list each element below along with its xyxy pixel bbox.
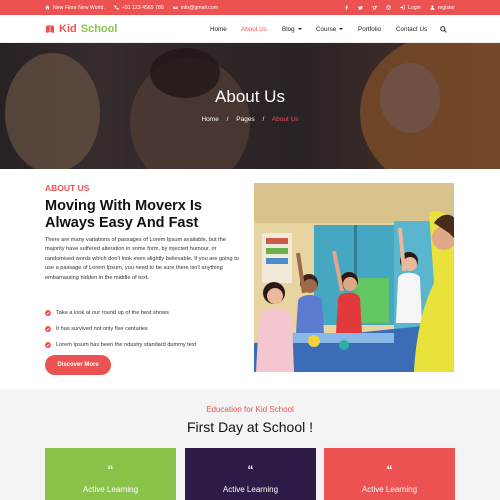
breadcrumb-current: About Us bbox=[271, 116, 299, 123]
feature-list: Take a look at our round up of the best … bbox=[45, 305, 255, 353]
nav-item-label: Blog bbox=[282, 25, 295, 33]
register-label: register bbox=[437, 4, 455, 11]
feature-card[interactable]: “ Active Learning bbox=[45, 448, 176, 500]
nav-item-label: Home bbox=[210, 25, 227, 33]
caret-down-icon bbox=[297, 28, 302, 30]
nav-item-contact-us[interactable]: Contact Us bbox=[396, 26, 427, 33]
nav-item-portfolio[interactable]: Portfolio bbox=[358, 26, 381, 33]
nav-item-label: Course bbox=[316, 25, 337, 33]
feature-card[interactable]: “ Active Learning bbox=[324, 448, 455, 500]
nav-item-label: Portfolio bbox=[358, 25, 382, 33]
about-paragraph: There are many variations of passages of… bbox=[45, 237, 239, 281]
discover-more-button[interactable]: Discover More bbox=[45, 355, 111, 375]
page-title: About Us bbox=[215, 87, 285, 106]
classroom-illustration bbox=[254, 183, 454, 372]
nav-item-blog[interactable]: Blog bbox=[282, 26, 302, 33]
breadcrumb-home[interactable]: Home bbox=[201, 116, 218, 123]
phone-item[interactable]: +91 123 4565 789 bbox=[114, 5, 164, 11]
login-label: Login bbox=[407, 4, 421, 11]
nav-item-course[interactable]: Course bbox=[316, 25, 344, 33]
education-title: First Day at School ! bbox=[186, 419, 314, 435]
check-icon bbox=[45, 326, 51, 332]
list-item-text: It has survived not only five centuries bbox=[56, 326, 148, 332]
nav-item-about-us[interactable]: About Us bbox=[241, 26, 267, 33]
nav-item-label: About Us bbox=[241, 25, 267, 33]
login-icon bbox=[400, 5, 405, 10]
nav-item-home[interactable]: Home bbox=[210, 26, 227, 33]
education-kicker: Education for Kid School bbox=[206, 405, 294, 414]
address-text: New Floor New World. bbox=[53, 4, 105, 11]
list-item-text: Take a look at our round up of the best … bbox=[56, 310, 169, 316]
login-link[interactable]: Login bbox=[400, 5, 421, 11]
check-icon bbox=[45, 310, 51, 316]
brand-logo[interactable]: Kid School bbox=[45, 22, 117, 36]
caret-down-icon bbox=[339, 28, 344, 30]
email-item[interactable]: info@gmail.com bbox=[172, 4, 219, 11]
phone-text: +91 123 4565 789 bbox=[121, 4, 164, 11]
list-item: Take a look at our round up of the best … bbox=[45, 305, 255, 321]
feature-card-label: Active Learning bbox=[82, 485, 139, 494]
brand-school: School bbox=[80, 23, 118, 35]
book-icon bbox=[46, 25, 54, 33]
nav-item-label: Contact Us bbox=[396, 25, 428, 33]
vimeo-icon[interactable] bbox=[371, 5, 377, 10]
feature-card[interactable]: “ Active Learning bbox=[185, 448, 316, 500]
user-icon bbox=[430, 5, 435, 10]
top-bar: New Floor New World. +91 123 4565 789 in… bbox=[0, 0, 500, 15]
phone-icon bbox=[114, 5, 119, 10]
envelope-icon bbox=[172, 5, 178, 10]
search-button[interactable] bbox=[440, 25, 447, 33]
brand-kid: Kid bbox=[59, 23, 77, 35]
breadcrumb: Home / Pages / About Us bbox=[0, 116, 500, 123]
breadcrumb-pages[interactable]: Pages bbox=[236, 116, 254, 123]
home-icon bbox=[45, 5, 50, 10]
list-item-text: Lorem Ipsum has been the ndustry standar… bbox=[56, 342, 197, 348]
quote-icon: “ bbox=[107, 463, 114, 477]
instagram-icon[interactable] bbox=[386, 5, 391, 10]
page-hero: About Us Home / Pages / About Us bbox=[0, 43, 500, 169]
classroom-image bbox=[254, 183, 454, 372]
main-navbar: Kid School Home About Us Blog Course Por… bbox=[0, 15, 500, 43]
search-icon bbox=[440, 25, 447, 33]
check-icon bbox=[45, 342, 51, 348]
register-link[interactable]: register bbox=[430, 5, 455, 11]
list-item: Lorem Ipsum has been the ndustry standar… bbox=[45, 337, 255, 353]
facebook-icon[interactable] bbox=[344, 5, 349, 10]
email-text: info@gmail.com bbox=[180, 4, 219, 11]
about-kicker: ABOUT US bbox=[45, 183, 90, 193]
breadcrumb-separator: / bbox=[262, 116, 265, 123]
quote-icon: “ bbox=[386, 463, 393, 477]
feature-card-label: Active Learning bbox=[222, 485, 279, 494]
education-section: Education for Kid School First Day at Sc… bbox=[0, 390, 500, 500]
address-item: New Floor New World. bbox=[45, 5, 105, 11]
list-item: It has survived not only five centuries bbox=[45, 321, 255, 337]
quote-icon: “ bbox=[247, 463, 254, 477]
breadcrumb-separator: / bbox=[226, 116, 229, 123]
twitter-icon[interactable] bbox=[358, 5, 363, 10]
about-heading: Moving With Moverx Is Always Easy And Fa… bbox=[45, 198, 202, 231]
feature-card-label: Active Learning bbox=[361, 485, 418, 494]
